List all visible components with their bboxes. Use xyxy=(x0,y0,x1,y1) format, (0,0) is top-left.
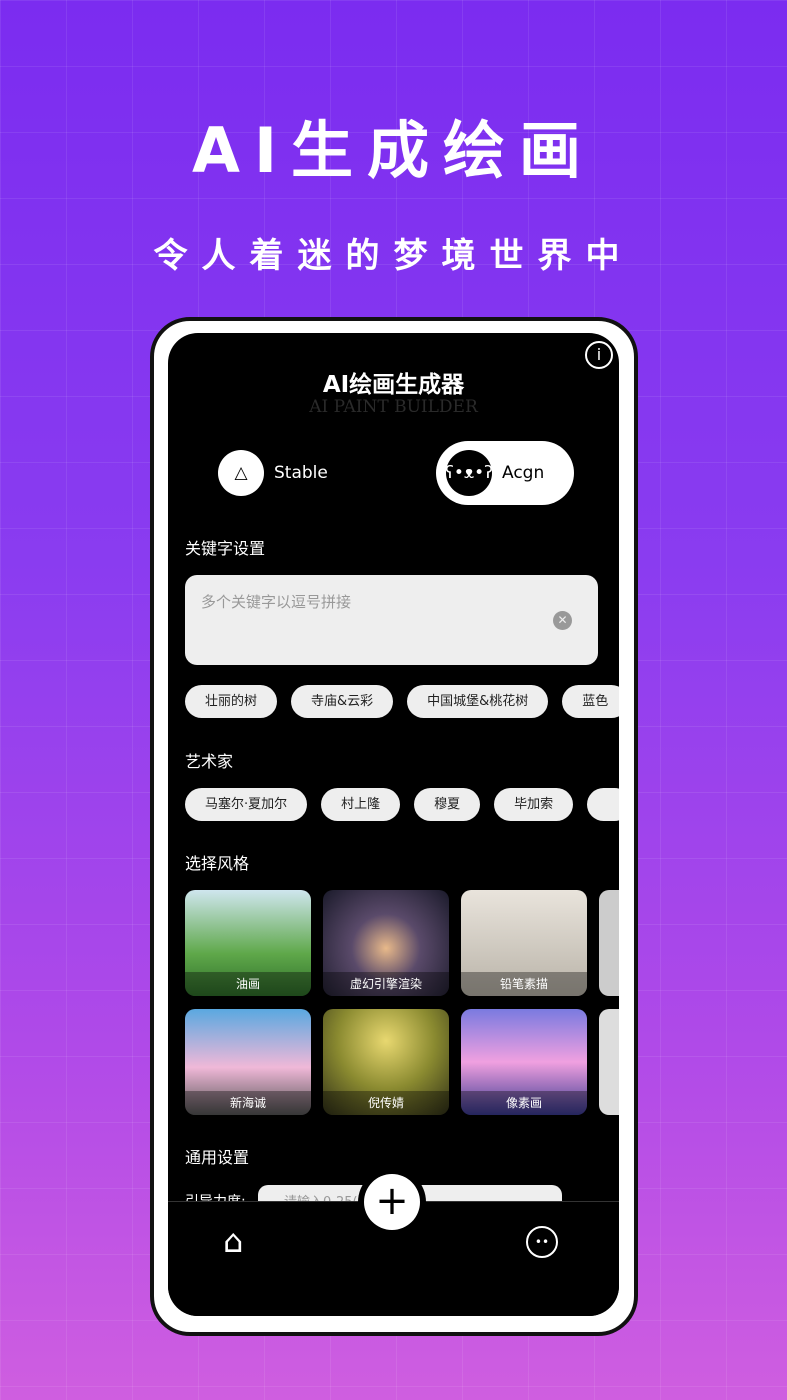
style-card[interactable]: 像素画 xyxy=(461,1009,587,1115)
mode-stable[interactable]: △ Stable xyxy=(218,441,328,505)
mode-acgn[interactable]: ʕ•ᴥ•ʔ Acgn xyxy=(436,441,574,505)
app-title: AI绘画生成器 xyxy=(322,372,465,398)
artist-chip[interactable]: 毕加索 xyxy=(494,788,574,821)
phone-frame: i AI绘画生成器 AI PAINT BUILDER △ Stable ʕ•ᴥ•… xyxy=(150,317,638,1336)
keywords-input[interactable]: 多个关键字以逗号拼接 ✕ xyxy=(185,575,598,665)
keyword-chips: 壮丽的树 寺庙&云彩 中国城堡&桃花树 蓝色 xyxy=(185,685,619,718)
bear-icon: ʕ•ᴥ•ʔ xyxy=(445,450,493,496)
artist-chip[interactable]: 村上隆 xyxy=(321,788,401,821)
keyword-chip[interactable]: 寺庙&云彩 xyxy=(291,685,394,718)
artist-chip[interactable] xyxy=(587,788,619,821)
artists-label: 艺术家 xyxy=(185,752,234,771)
banner-title: AI生成绘画 xyxy=(191,114,596,187)
keyword-chip[interactable]: 壮丽的树 xyxy=(185,685,278,718)
style-card[interactable]: 虚幻引擎渲染 xyxy=(323,890,449,996)
style-card[interactable] xyxy=(599,1009,619,1115)
profile-icon[interactable]: •• xyxy=(526,1226,558,1258)
style-card[interactable]: 倪传婧 xyxy=(323,1009,449,1115)
app-screen: i AI绘画生成器 AI PAINT BUILDER △ Stable ʕ•ᴥ•… xyxy=(168,333,619,1316)
style-card[interactable] xyxy=(599,890,619,996)
home-icon[interactable]: ⌂ xyxy=(223,1222,243,1260)
general-label: 通用设置 xyxy=(185,1148,250,1167)
style-card[interactable]: 油画 xyxy=(185,890,311,996)
add-button[interactable]: + xyxy=(364,1174,420,1230)
app-subtitle: AI PAINT BUILDER xyxy=(309,397,478,417)
keywords-label: 关键字设置 xyxy=(185,539,266,558)
keywords-placeholder: 多个关键字以逗号拼接 xyxy=(201,593,352,611)
style-row: 新海诚 倪传婧 像素画 xyxy=(185,1009,619,1115)
bottom-nav: ⌂ + •• xyxy=(168,1174,619,1316)
styles-label: 选择风格 xyxy=(185,854,250,873)
artist-chips: 马塞尔·夏加尔 村上隆 穆夏 毕加索 xyxy=(185,788,619,821)
pyramid-icon: △ xyxy=(218,450,264,496)
mode-label: Acgn xyxy=(502,463,545,483)
clear-icon[interactable]: ✕ xyxy=(553,611,572,630)
style-row: 油画 虚幻引擎渲染 铅笔素描 xyxy=(185,890,619,996)
artist-chip[interactable]: 穆夏 xyxy=(414,788,481,821)
artist-chip[interactable]: 马塞尔·夏加尔 xyxy=(185,788,308,821)
keyword-chip[interactable]: 中国城堡&桃花树 xyxy=(407,685,549,718)
style-card[interactable]: 新海诚 xyxy=(185,1009,311,1115)
mode-label: Stable xyxy=(274,463,328,483)
keyword-chip[interactable]: 蓝色 xyxy=(562,685,619,718)
banner-subtitle: 令人着迷的梦境世界中 xyxy=(153,236,634,276)
style-card[interactable]: 铅笔素描 xyxy=(461,890,587,996)
